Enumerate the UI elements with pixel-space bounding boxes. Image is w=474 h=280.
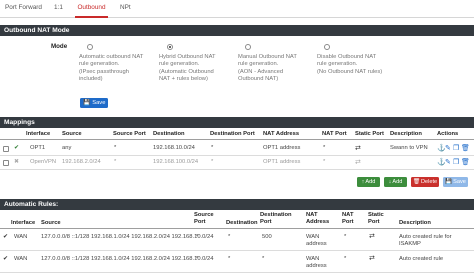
- add-top-button[interactable]: ↑ Add: [357, 177, 380, 187]
- row-interface: OPT1: [30, 145, 46, 151]
- header-divider: [0, 139, 474, 140]
- delete-icon[interactable]: 🗑: [461, 159, 470, 166]
- auto-row-interface: WAN: [14, 234, 28, 240]
- save-icon: 💾: [445, 179, 453, 185]
- auto-col-destination-port: Destination Port: [260, 212, 292, 225]
- auto-row-source-port: *: [196, 234, 199, 240]
- auto-col-source-port: Source Port: [194, 212, 214, 225]
- mode-save-button[interactable]: 💾 Save: [80, 98, 109, 108]
- auto-col-nat-address: NAT Address: [306, 212, 330, 225]
- row-source-port: *: [114, 159, 117, 165]
- row-nat-port: *: [323, 159, 326, 165]
- delete-button[interactable]: 🗑 Delete: [411, 177, 439, 187]
- edit-icon[interactable]: ✎: [445, 159, 451, 166]
- arrow-down-icon: ↓: [388, 179, 392, 185]
- auto-col-description: Description: [399, 220, 431, 226]
- tab-port-forward[interactable]: Port Forward: [5, 4, 42, 18]
- col-destination: Destination: [153, 131, 185, 137]
- auto-row-destination: *: [228, 256, 231, 262]
- auto-col-source: Source: [41, 220, 61, 226]
- trash-icon: 🗑: [412, 179, 420, 185]
- auto-col-destination: Destination: [226, 220, 258, 226]
- auto-row-source: 127.0.0.0/8 ::1/128 192.168.1.0/24 192.1…: [41, 256, 214, 262]
- mappings-save-button[interactable]: 💾 Save: [443, 177, 468, 187]
- arrow-up-icon: ↑: [361, 179, 365, 185]
- mode-manual-radio[interactable]: [245, 44, 251, 50]
- row-select-checkbox[interactable]: [3, 160, 9, 166]
- mode-disable-description: Disable Outbound NAT rule generation. (N…: [317, 54, 383, 75]
- tab-one-to-one[interactable]: 1:1: [54, 4, 63, 18]
- row-destination: 192.168.100.0/24: [153, 159, 199, 165]
- checkmark-icon[interactable]: ✔: [14, 145, 19, 152]
- row-description: Swann to VPN: [390, 145, 428, 151]
- auto-row-nat-port: *: [344, 234, 347, 240]
- row-nat-address: OPT1 address: [263, 159, 301, 165]
- shuffle-icon: ⇄: [355, 145, 361, 152]
- auto-header-divider: [0, 228, 474, 229]
- auto-row-interface: WAN: [14, 256, 28, 262]
- tab-npt[interactable]: NPt: [120, 4, 131, 18]
- row-source-port: *: [114, 145, 117, 151]
- auto-row-nat-port: *: [344, 256, 347, 262]
- mode-label: Mode: [51, 43, 68, 50]
- edit-icon[interactable]: ✎: [445, 145, 451, 152]
- auto-row-destination-port: *: [262, 256, 265, 262]
- row-nat-address: OPT1 address: [263, 145, 301, 151]
- row-select-checkbox[interactable]: [3, 146, 9, 152]
- row-divider: [0, 155, 474, 156]
- auto-row-divider: [0, 250, 474, 251]
- nat-mode-heading: Outbound NAT Mode: [0, 25, 474, 36]
- shuffle-icon: ⇄: [369, 255, 375, 262]
- col-source: Source: [62, 131, 82, 137]
- row-destination-port: *: [211, 159, 214, 165]
- delete-icon[interactable]: 🗑: [461, 145, 470, 152]
- row-nat-port: *: [323, 145, 326, 151]
- row-divider: [0, 169, 474, 170]
- mode-hybrid-description: Hybrid Outbound NAT rule generation. (Au…: [159, 54, 216, 83]
- row-source: any: [62, 145, 72, 151]
- col-interface: Interface: [26, 131, 51, 137]
- check-icon: ✔: [3, 234, 9, 240]
- mode-manual-description: Manual Outbound NAT rule generation. (AO…: [238, 54, 297, 83]
- auto-row-destination: *: [228, 234, 231, 240]
- auto-row-description: Auto created rule for ISAKMP: [399, 234, 452, 247]
- copy-icon[interactable]: ❐: [453, 145, 459, 152]
- col-destination-port: Destination Port: [210, 131, 255, 137]
- auto-row-nat-address: WAN address: [306, 256, 327, 269]
- row-destination: 192.168.10.0/24: [153, 145, 195, 151]
- shuffle-icon: ⇄: [369, 233, 375, 240]
- disabled-x-icon[interactable]: ✖: [14, 159, 19, 166]
- tab-outbound[interactable]: Outbound: [75, 4, 108, 18]
- col-nat-port: NAT Port: [322, 131, 347, 137]
- col-source-port: Source Port: [113, 131, 146, 137]
- copy-icon[interactable]: ❐: [453, 159, 459, 166]
- col-static-port: Static Port: [355, 131, 384, 137]
- col-actions: Actions: [437, 131, 459, 137]
- col-nat-address: NAT Address: [263, 131, 300, 137]
- shuffle-icon: ⇄: [355, 159, 361, 166]
- auto-row-source: 127.0.0.0/8 ::1/128 192.168.1.0/24 192.1…: [41, 234, 214, 240]
- auto-col-interface: Interface: [11, 220, 36, 226]
- row-interface: OpenVPN: [30, 159, 57, 165]
- auto-row-destination-port: 500: [262, 234, 272, 240]
- nat-tab-bar: Port Forward 1:1 Outbound NPt: [0, 0, 474, 18]
- auto-row-source-port: *: [196, 256, 199, 262]
- check-icon: ✔: [3, 256, 9, 262]
- mode-automatic-description: Automatic outbound NAT rule generation. …: [79, 54, 144, 83]
- auto-row-description: Auto created rule: [399, 256, 444, 262]
- auto-rules-heading: Automatic Rules:: [0, 199, 474, 210]
- row-source: 192.168.2.0/24: [62, 159, 101, 165]
- mode-hybrid-radio[interactable]: [167, 44, 173, 50]
- mappings-heading: Mappings: [0, 117, 474, 128]
- row-destination-port: *: [211, 145, 214, 151]
- auto-row-nat-address: WAN address: [306, 234, 327, 247]
- save-icon: 💾: [83, 100, 91, 106]
- mode-automatic-radio[interactable]: [87, 44, 93, 50]
- mode-disable-radio[interactable]: [324, 44, 330, 50]
- add-bottom-button[interactable]: ↓ Add: [384, 177, 407, 187]
- auto-col-static-port: Static Port: [368, 212, 384, 225]
- auto-row-divider: [0, 272, 474, 273]
- col-description: Description: [390, 131, 422, 137]
- auto-col-nat-port: NAT Port: [342, 212, 354, 225]
